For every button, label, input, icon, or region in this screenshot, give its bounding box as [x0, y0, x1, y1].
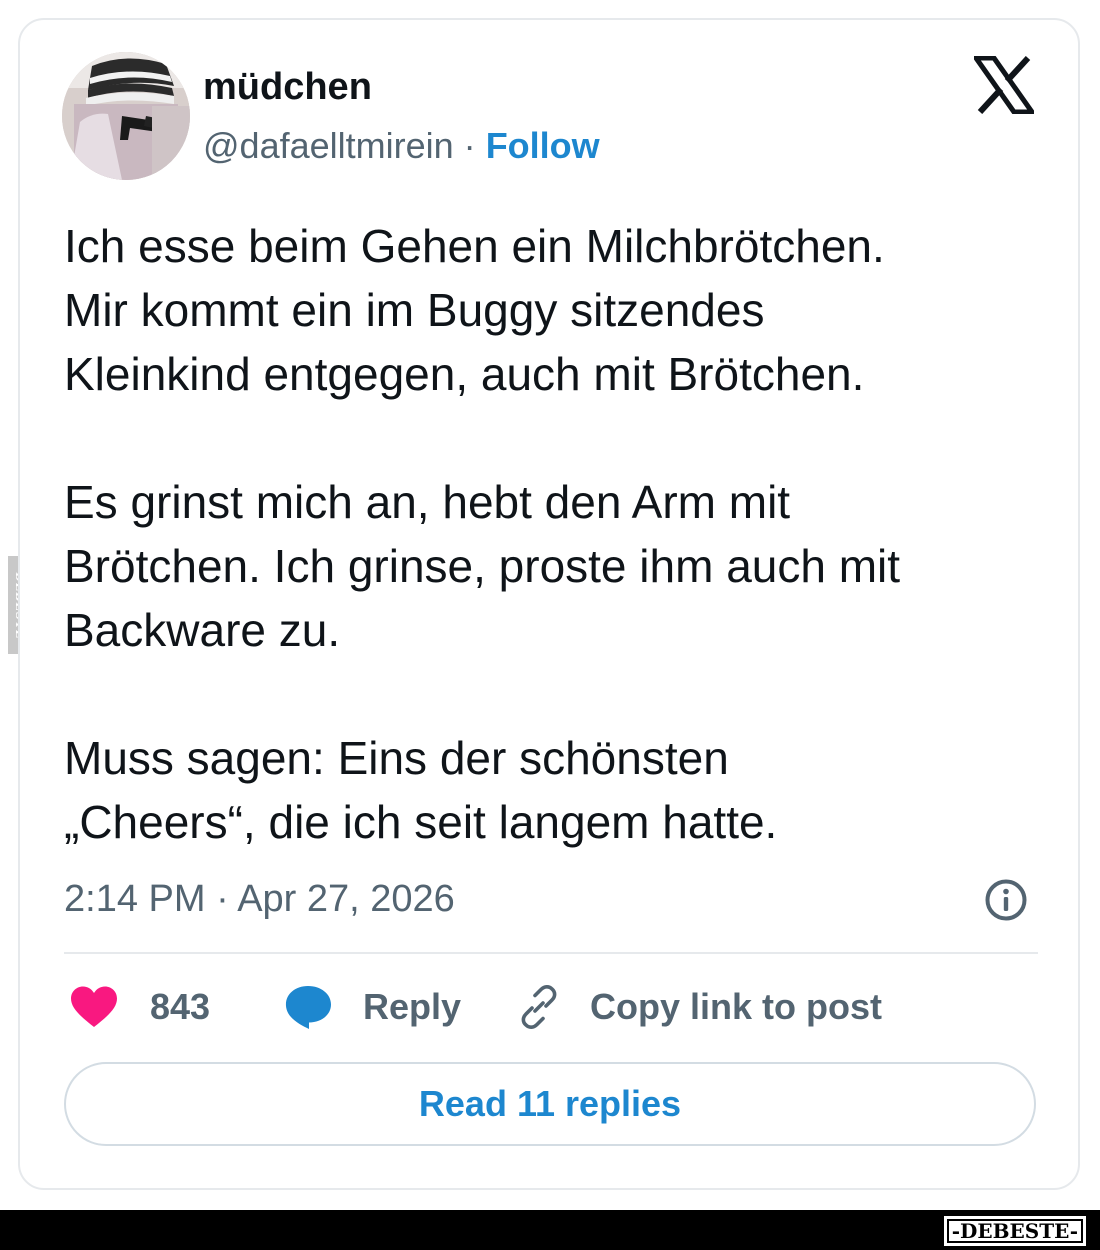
like-button[interactable]: 843 — [70, 982, 210, 1032]
copy-link-label: Copy link to post — [590, 986, 882, 1027]
tweet-paragraph: Muss sagen: Eins der schönsten „Cheers“,… — [64, 732, 778, 848]
follow-button[interactable]: Follow — [486, 125, 600, 166]
reply-button[interactable]: Reply — [283, 982, 461, 1032]
footer-watermark-logo: -DEBESTE- — [943, 1216, 1086, 1246]
x-logo-icon[interactable] — [971, 55, 1037, 115]
page: DEBESTE müdchen @dafaelltmirein · Follow — [0, 0, 1100, 1250]
footer-bar: -DEBESTE- — [0, 1210, 1100, 1250]
display-name[interactable]: müdchen — [203, 63, 372, 111]
avatar[interactable] — [62, 52, 190, 180]
handle-row: @dafaelltmirein · Follow — [203, 122, 600, 170]
info-icon[interactable] — [984, 878, 1028, 922]
link-icon — [521, 985, 557, 1029]
read-replies-button[interactable]: Read 11 replies — [64, 1062, 1036, 1146]
heart-icon — [71, 986, 117, 1027]
handle-separator: · — [463, 125, 476, 166]
user-handle[interactable]: @dafaelltmirein — [203, 125, 454, 166]
reply-label: Reply — [363, 986, 462, 1027]
timestamp[interactable]: 2:14 PM · Apr 27, 2026 — [64, 874, 455, 924]
divider — [64, 952, 1038, 954]
tweet-paragraph: Es grinst mich an, hebt den Arm mit Bröt… — [64, 476, 901, 656]
tweet-text: Ich esse beim Gehen ein Milchbrötchen. M… — [64, 214, 1054, 854]
like-count: 843 — [150, 986, 211, 1027]
copy-link-button[interactable]: Copy link to post — [514, 982, 882, 1032]
avatar-image — [62, 52, 190, 180]
tweet-paragraph: Ich esse beim Gehen ein Milchbrötchen. M… — [64, 220, 885, 400]
speech-bubble-icon — [285, 986, 331, 1029]
